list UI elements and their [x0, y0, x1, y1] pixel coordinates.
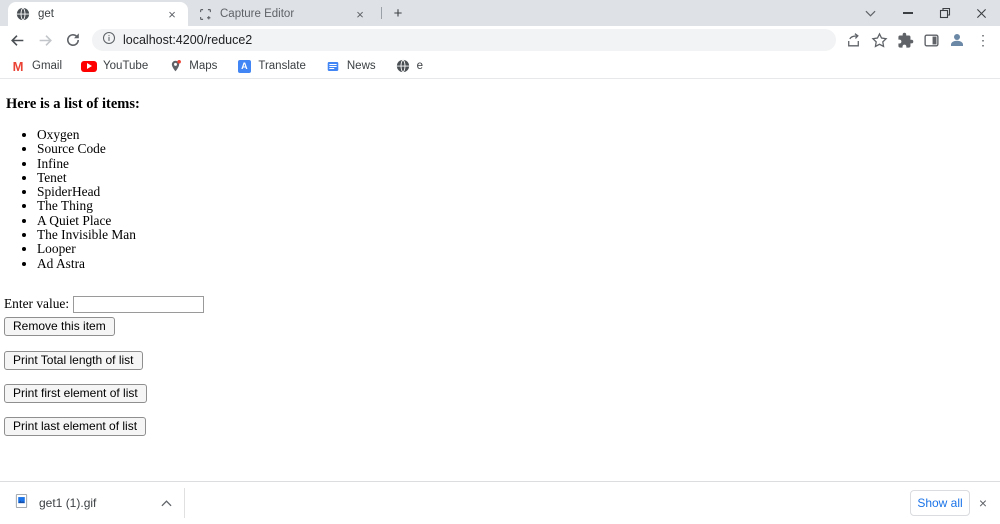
list-item: SpiderHead — [37, 184, 1000, 199]
close-tab-icon[interactable]: × — [352, 6, 368, 22]
download-item[interactable]: get1 (1).gif — [14, 493, 172, 514]
browser-menu-icon[interactable]: ⋮ — [973, 29, 993, 51]
tab-label: Capture Editor — [220, 8, 295, 20]
download-bar: get1 (1).gif Show all × — [0, 481, 1000, 524]
bookmark-gmail[interactable]: M Gmail — [10, 58, 62, 74]
print-total-length-button[interactable]: Print Total length of list — [4, 350, 143, 370]
capture-icon — [198, 7, 212, 21]
list-item: Source Code — [37, 141, 1000, 156]
window-controls — [852, 0, 1000, 26]
forward-button[interactable] — [34, 29, 56, 51]
profile-avatar[interactable] — [947, 29, 967, 51]
bookmark-maps[interactable]: Maps — [167, 58, 217, 74]
bookmark-youtube[interactable]: YouTube — [81, 58, 148, 74]
download-file-name: get1 (1).gif — [39, 496, 97, 510]
list-item: Oxygen — [37, 127, 1000, 142]
tab-label: get — [38, 8, 54, 20]
side-panel-icon[interactable] — [921, 29, 941, 51]
bookmark-news[interactable]: News — [325, 58, 376, 74]
print-last-element-button[interactable]: Print last element of list — [4, 416, 147, 436]
remove-item-button[interactable]: Remove this item — [4, 316, 115, 336]
bookmarks-bar: M Gmail YouTube Maps A Translate News e — [0, 54, 1000, 79]
new-tab-button[interactable]: + — [388, 3, 408, 23]
address-bar[interactable]: localhost:4200/reduce2 — [92, 29, 836, 51]
tab-separator — [381, 7, 382, 19]
globe-icon — [395, 58, 411, 74]
minimize-icon — [902, 12, 913, 14]
translate-icon: A — [236, 58, 252, 74]
download-bar-separator — [184, 488, 185, 518]
bookmark-translate[interactable]: A Translate — [236, 58, 306, 74]
window-restore-button[interactable] — [926, 0, 963, 26]
enter-value-row: Enter value: — [4, 295, 1000, 313]
list-item: The Thing — [37, 199, 1000, 214]
news-icon — [325, 58, 341, 74]
download-chevron-up-icon[interactable] — [161, 494, 172, 512]
back-button[interactable] — [6, 29, 28, 51]
list-item: Ad Astra — [37, 256, 1000, 271]
gmail-icon: M — [12, 58, 24, 74]
page-heading: Here is a list of items: — [6, 96, 140, 112]
bookmark-e[interactable]: e — [395, 58, 423, 74]
list-item: Infine — [37, 156, 1000, 171]
url-text: localhost:4200/reduce2 — [123, 33, 253, 47]
extensions-icon[interactable] — [895, 29, 915, 51]
page-content: Here is a list of items: OxygenSource Co… — [0, 80, 1000, 481]
list-item: The Invisible Man — [37, 227, 1000, 242]
tab-capture-editor[interactable]: Capture Editor × — [190, 2, 376, 26]
window-close-button[interactable] — [963, 0, 1000, 26]
tab-strip: get × Capture Editor × + — [0, 0, 1000, 26]
youtube-icon — [81, 58, 98, 74]
enter-value-label: Enter value: — [4, 296, 70, 312]
toolbar-actions: ⋮ — [843, 29, 999, 51]
value-input[interactable] — [73, 295, 205, 313]
browser-toolbar: localhost:4200/reduce2 ⋮ — [0, 26, 1000, 54]
list-item: Tenet — [37, 170, 1000, 185]
image-file-icon — [14, 493, 29, 514]
item-list: OxygenSource CodeInfineTenetSpiderHeadTh… — [0, 127, 1000, 271]
print-first-element-button[interactable]: Print first element of list — [4, 383, 147, 403]
globe-icon — [16, 7, 30, 21]
site-info-icon[interactable] — [102, 31, 116, 50]
close-tab-icon[interactable]: × — [164, 6, 180, 22]
reload-button[interactable] — [62, 29, 84, 51]
bookmark-star-icon[interactable] — [869, 29, 889, 51]
window-chevron-down-icon[interactable] — [852, 0, 889, 26]
maps-pin-icon — [167, 58, 183, 74]
list-item: A Quiet Place — [37, 213, 1000, 228]
window-minimize-button[interactable] — [889, 0, 926, 26]
show-all-button[interactable]: Show all — [910, 490, 970, 516]
list-item: Looper — [37, 242, 1000, 257]
close-download-bar-icon[interactable]: × — [974, 494, 992, 512]
tab-get[interactable]: get × — [8, 2, 188, 26]
share-icon[interactable] — [843, 29, 863, 51]
